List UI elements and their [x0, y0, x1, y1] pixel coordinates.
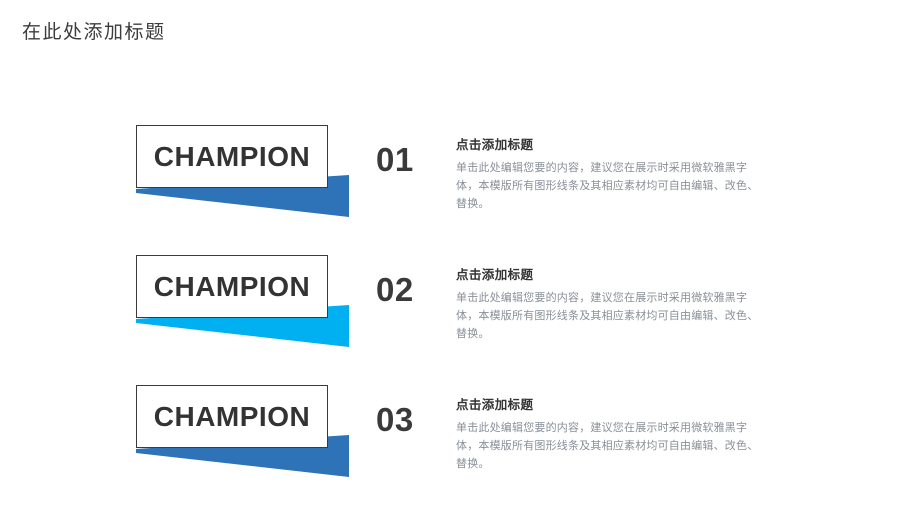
champion-label: CHAMPION [153, 140, 311, 172]
champion-box: CHAMPION [136, 255, 328, 318]
champion-box: CHAMPION [136, 125, 328, 188]
text-block: 点击添加标题 单击此处编辑您要的内容，建议您在展示时采用微软雅黑字体，本模版所有… [456, 398, 768, 473]
champion-label: CHAMPION [153, 400, 311, 432]
item-heading: 点击添加标题 [456, 138, 534, 152]
item-heading: 点击添加标题 [456, 398, 534, 412]
list-item: CHAMPION 03 点击添加标题 单击此处编辑您要的内容，建议您在展示时采用… [0, 385, 920, 495]
index-number: 01 [376, 141, 414, 178]
item-heading: 点击添加标题 [456, 268, 534, 282]
index-number: 02 [376, 271, 414, 308]
list-item: CHAMPION 02 点击添加标题 单击此处编辑您要的内容，建议您在展示时采用… [0, 255, 920, 365]
champion-box: CHAMPION [136, 385, 328, 448]
champion-badge[interactable]: CHAMPION [136, 125, 356, 225]
item-body: 单击此处编辑您要的内容，建议您在展示时采用微软雅黑字体，本模版所有图形线条及其相… [456, 162, 759, 211]
text-block: 点击添加标题 单击此处编辑您要的内容，建议您在展示时采用微软雅黑字体，本模版所有… [456, 268, 768, 343]
list-item: CHAMPION 01 点击添加标题 单击此处编辑您要的内容，建议您在展示时采用… [0, 125, 920, 235]
text-block: 点击添加标题 单击此处编辑您要的内容，建议您在展示时采用微软雅黑字体，本模版所有… [456, 138, 768, 213]
content-rows: CHAMPION 01 点击添加标题 单击此处编辑您要的内容，建议您在展示时采用… [0, 0, 920, 518]
champion-badge[interactable]: CHAMPION [136, 385, 356, 485]
index-number: 03 [376, 401, 414, 438]
champion-badge[interactable]: CHAMPION [136, 255, 356, 355]
item-body: 单击此处编辑您要的内容，建议您在展示时采用微软雅黑字体，本模版所有图形线条及其相… [456, 292, 759, 341]
item-body: 单击此处编辑您要的内容，建议您在展示时采用微软雅黑字体，本模版所有图形线条及其相… [456, 422, 759, 471]
champion-label: CHAMPION [153, 270, 311, 302]
